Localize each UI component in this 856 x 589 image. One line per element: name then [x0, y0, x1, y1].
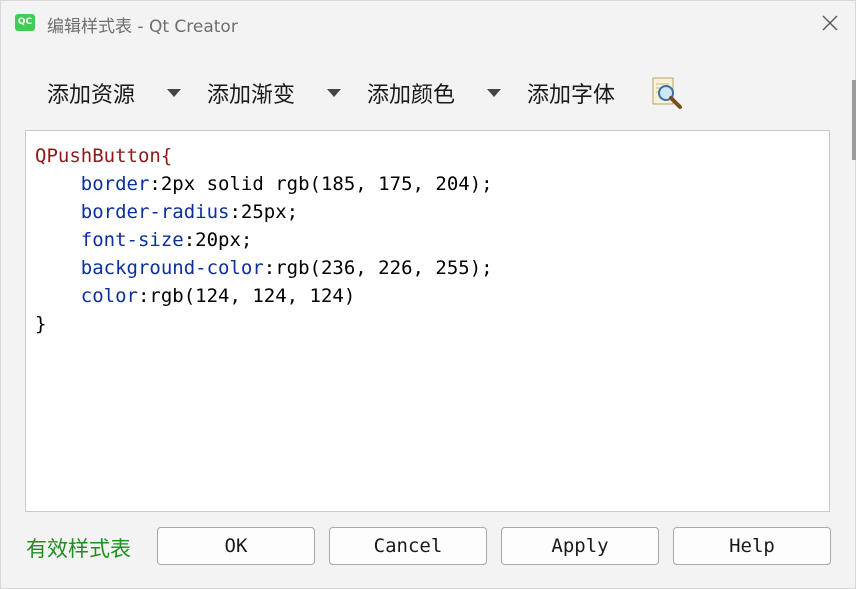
add-color-label: 添加颜色: [367, 83, 456, 108]
add-resource-dropdown-arrow-icon[interactable]: [167, 89, 181, 97]
background-window-edge: [852, 80, 856, 160]
code-value: :2px solid rgb(185, 175, 204);: [149, 173, 493, 195]
code-line: border-radius:25px;: [35, 198, 493, 226]
code-line: border:2px solid rgb(185, 175, 204);: [35, 170, 493, 198]
add-resource-label: 添加资源: [47, 83, 136, 108]
add-color-button[interactable]: 添加颜色: [367, 71, 455, 115]
close-icon: [822, 15, 838, 31]
cancel-button[interactable]: Cancel: [329, 527, 487, 565]
code-property: color: [80, 285, 138, 307]
ok-button[interactable]: OK: [157, 527, 315, 565]
magnifier-icon: [652, 77, 682, 109]
code-property: border-radius: [80, 201, 230, 223]
find-button[interactable]: [649, 75, 685, 111]
add-gradient-button[interactable]: 添加渐变: [207, 71, 295, 115]
code-property: border: [80, 173, 150, 195]
add-color-dropdown-arrow-icon[interactable]: [487, 89, 501, 97]
add-gradient-label: 添加渐变: [207, 83, 296, 108]
code-value: :rgb(124, 124, 124): [137, 285, 356, 307]
code-property: font-size: [80, 229, 184, 251]
code-property: background-color: [80, 257, 264, 279]
code-value: :25px;: [229, 201, 299, 223]
add-font-button[interactable]: 添加字体: [527, 71, 615, 115]
qt-creator-app-icon: QC: [15, 14, 35, 31]
close-button[interactable]: [813, 7, 847, 39]
stylesheet-toolbar: 添加资源 添加渐变 添加颜色 添加字体: [29, 71, 709, 115]
add-font-label: 添加字体: [527, 83, 616, 108]
stylesheet-dialog: QC 编辑样式表 - Qt Creator 添加资源 添加渐变 添加颜色 添加字…: [0, 0, 856, 589]
add-resource-button[interactable]: 添加资源: [47, 71, 135, 115]
code-value: :rgb(236, 226, 255);: [263, 257, 493, 279]
code-line: color:rgb(124, 124, 124): [35, 282, 493, 310]
title-bar[interactable]: QC 编辑样式表 - Qt Creator: [1, 1, 855, 45]
code-area[interactable]: QPushButton{ border:2px solid rgb(185, 1…: [35, 142, 493, 338]
apply-button[interactable]: Apply: [501, 527, 659, 565]
validity-status: 有效样式表: [26, 537, 131, 561]
stylesheet-editor[interactable]: QPushButton{ border:2px solid rgb(185, 1…: [25, 130, 830, 512]
code-brace: }: [35, 313, 47, 335]
code-line: background-color:rgb(236, 226, 255);: [35, 254, 493, 282]
help-button[interactable]: Help: [673, 527, 831, 565]
code-line: }: [35, 310, 493, 338]
code-line: font-size:20px;: [35, 226, 493, 254]
code-line: QPushButton{: [35, 142, 493, 170]
code-value: :20px;: [183, 229, 253, 251]
add-gradient-dropdown-arrow-icon[interactable]: [327, 89, 341, 97]
window-title: 编辑样式表 - Qt Creator: [47, 17, 238, 37]
code-selector: QPushButton{: [35, 145, 173, 167]
